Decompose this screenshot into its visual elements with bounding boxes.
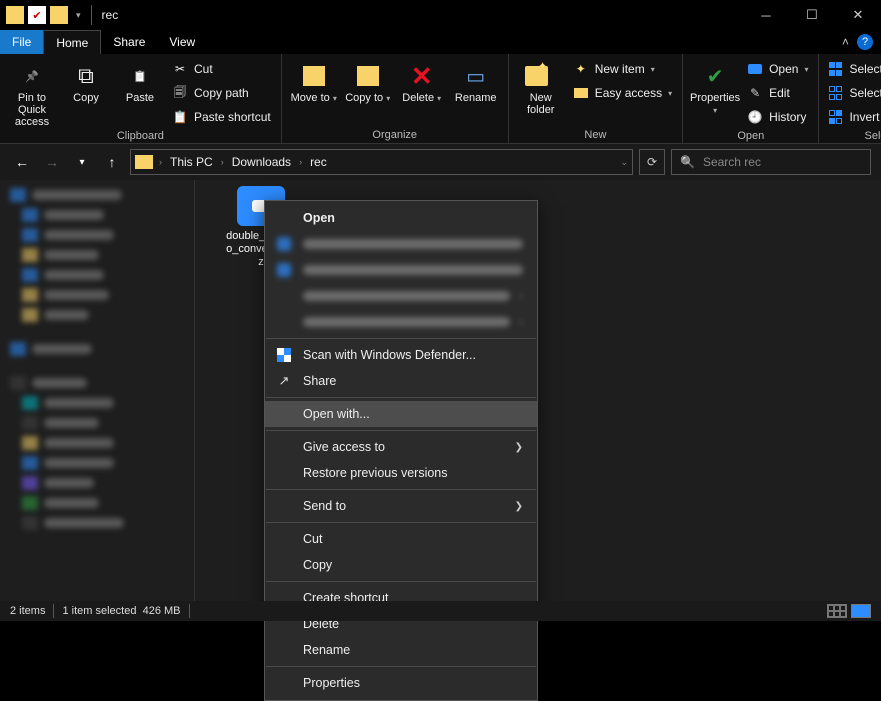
ctx-restore-versions[interactable]: Restore previous versions [265,460,537,486]
ctx-cut[interactable]: Cut [265,526,537,552]
ctx-give-access[interactable]: Give access to❯ [265,434,537,460]
refresh-button[interactable]: ⟳ [639,149,665,175]
qat-newfolder-icon[interactable] [50,6,68,24]
view-large-icons-button[interactable] [851,604,871,618]
minimize-button[interactable]: ─ [743,0,789,30]
navigation-tree[interactable] [0,180,195,601]
paste-button[interactable]: Paste [114,58,166,104]
select-none-button[interactable]: Select none [825,82,881,104]
ctx-scan-defender[interactable]: Scan with Windows Defender... [265,342,537,368]
shield-icon [277,348,291,362]
address-bar[interactable]: › This PC › Downloads › rec ⌄ [130,149,633,175]
close-button[interactable]: ✕ [835,0,881,30]
navigation-bar: ← → ▾ ↑ › This PC › Downloads › rec ⌄ ⟳ … [0,144,881,180]
history-button[interactable]: History [743,106,812,128]
search-icon [680,155,695,169]
ribbon-tabs: File Home Share View ˄ ? [0,30,881,54]
status-bar: 2 items 1 item selected 426 MB [0,601,881,621]
ctx-app4[interactable]: › [265,309,537,335]
qat-customize-icon[interactable]: ▾ [72,10,85,21]
tab-home[interactable]: Home [43,30,101,54]
properties-button[interactable]: Properties ▾ [689,58,741,116]
group-label-organize: Organize [288,127,502,141]
window-title: rec [98,8,119,22]
recent-locations-button[interactable]: ▾ [70,157,94,168]
ctx-share[interactable]: Share [265,368,537,394]
ctx-app3[interactable]: › [265,283,537,309]
forward-button[interactable]: → [40,154,64,170]
address-history-icon[interactable]: ⌄ [620,157,628,168]
ribbon: Pin to Quick access Copy Paste Cut Copy … [0,54,881,144]
ctx-rename[interactable]: Rename [265,637,537,663]
up-button[interactable]: ↑ [100,154,124,170]
help-icon[interactable]: ? [857,34,873,50]
tab-view[interactable]: View [157,30,207,54]
qat-folder-icon[interactable] [6,6,24,24]
status-selected: 1 item selected 426 MB [62,605,180,617]
ctx-properties[interactable]: Properties [265,670,537,696]
copy-path-button[interactable]: Copy path [168,82,275,104]
open-button[interactable]: Open ▾ [743,58,812,80]
qat-properties-icon[interactable]: ✔ [28,6,46,24]
group-label-clipboard: Clipboard [6,128,275,142]
new-folder-button[interactable]: New folder [515,58,567,116]
ctx-send-to[interactable]: Send to❯ [265,493,537,519]
context-menu: Open › › Scan with Windows Defender... S… [264,200,538,701]
breadcrumb-rec[interactable]: rec [306,155,331,169]
invert-selection-button[interactable]: Invert selection [825,106,881,128]
tab-file[interactable]: File [0,30,43,54]
new-item-button[interactable]: New item ▾ [569,58,676,80]
move-to-button[interactable]: Move to ▾ [288,58,340,104]
ctx-open[interactable]: Open [265,205,537,231]
pin-quick-access-button[interactable]: Pin to Quick access [6,58,58,128]
ctx-open-with[interactable]: Open with... [265,401,537,427]
back-button[interactable]: ← [10,154,34,170]
delete-button[interactable]: ✕Delete ▾ [396,58,448,104]
view-details-button[interactable] [827,604,847,618]
rename-button[interactable]: Rename [450,58,502,104]
breadcrumb-downloads[interactable]: Downloads [228,155,295,169]
ctx-app1[interactable] [265,231,537,257]
status-item-count: 2 items [10,605,45,617]
easy-access-button[interactable]: Easy access ▾ [569,82,676,104]
search-box[interactable]: Search rec [671,149,871,175]
copy-to-button[interactable]: Copy to ▾ [342,58,394,104]
ribbon-collapse-icon[interactable]: ˄ [842,35,849,49]
ctx-app2[interactable] [265,257,537,283]
edit-button[interactable]: Edit [743,82,812,104]
copy-button[interactable]: Copy [60,58,112,104]
cut-button[interactable]: Cut [168,58,275,80]
share-icon [275,373,293,389]
tab-share[interactable]: Share [101,30,157,54]
paste-shortcut-button[interactable]: Paste shortcut [168,106,275,128]
ctx-copy[interactable]: Copy [265,552,537,578]
folder-icon [135,155,153,169]
group-label-select: Select [825,128,881,142]
group-label-new: New [515,127,676,141]
breadcrumb-this-pc[interactable]: This PC [166,155,217,169]
maximize-button[interactable]: ☐ [789,0,835,30]
title-bar: ✔ ▾ rec ─ ☐ ✕ [0,0,881,30]
select-all-button[interactable]: Select all [825,58,881,80]
search-placeholder: Search rec [703,155,761,169]
group-label-open: Open [689,128,812,142]
